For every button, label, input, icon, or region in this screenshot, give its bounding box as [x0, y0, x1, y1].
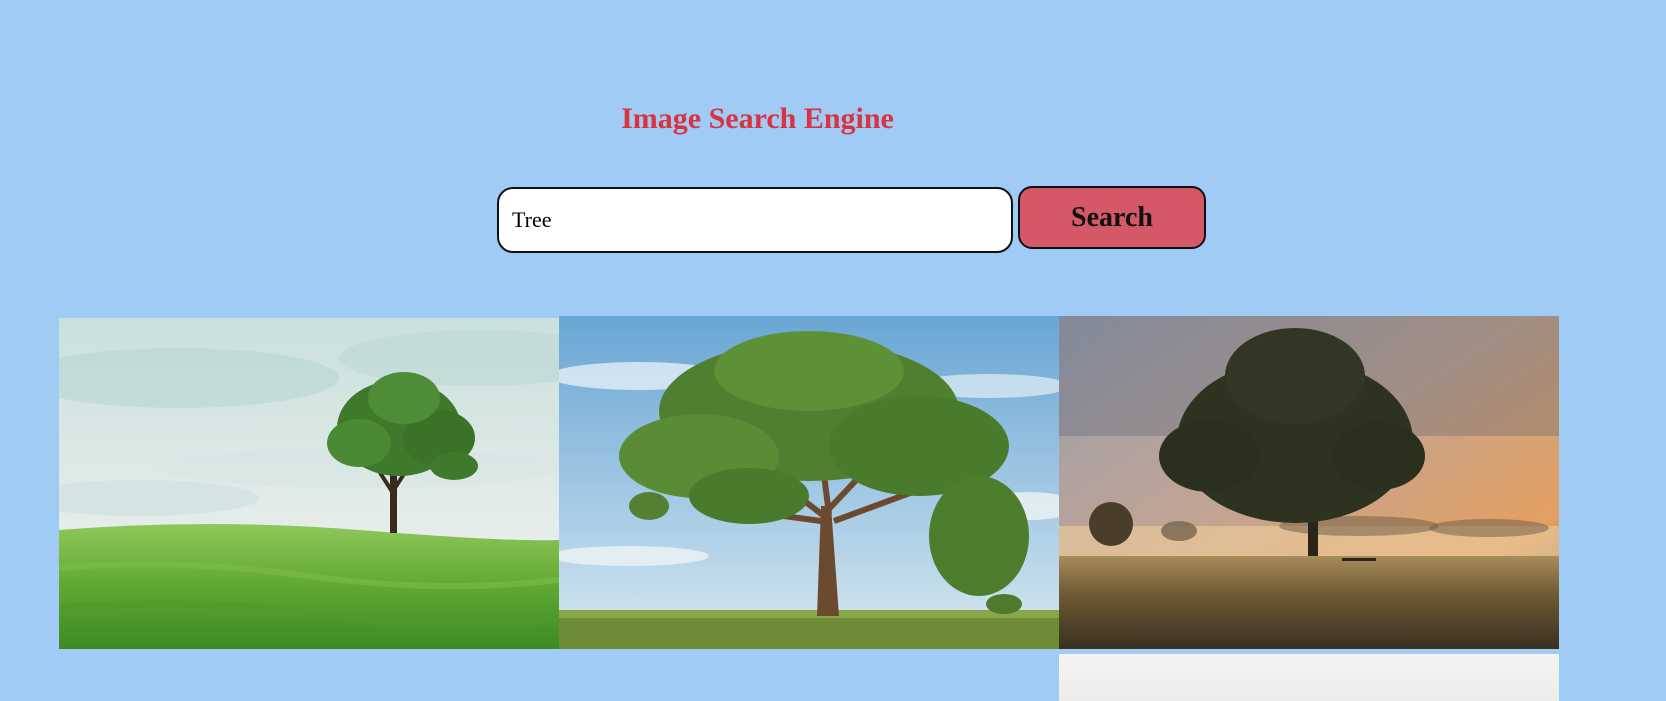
search-input[interactable] — [497, 187, 1013, 253]
search-button[interactable]: Search — [1018, 186, 1206, 249]
result-image[interactable] — [59, 318, 559, 649]
spreading-tree-image — [559, 316, 1059, 649]
page-title: Image Search Engine — [621, 102, 894, 135]
page: Image Search Engine Search — [0, 0, 1666, 701]
result-image[interactable] — [1059, 654, 1559, 701]
result-image[interactable] — [1059, 316, 1559, 649]
result-image[interactable] — [559, 316, 1059, 649]
misty-tree-image — [1059, 316, 1559, 649]
tree-on-hill-image — [59, 318, 559, 649]
